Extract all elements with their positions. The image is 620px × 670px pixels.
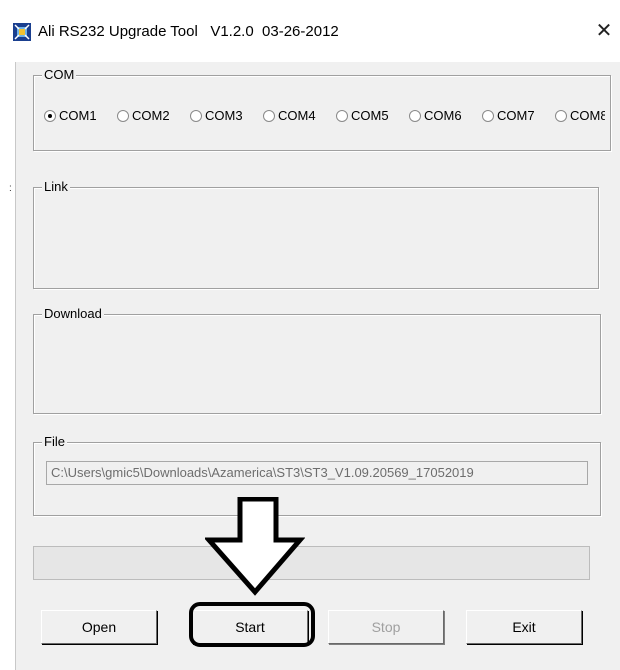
radio-com6[interactable]: COM6 — [409, 108, 473, 124]
radio-label: COM6 — [424, 108, 462, 123]
radio-label: COM3 — [205, 108, 243, 123]
radio-label: COM5 — [351, 108, 389, 123]
radio-com1[interactable]: COM1 — [44, 108, 108, 124]
radio-button-icon — [555, 110, 567, 122]
title-bar: Ali RS232 Upgrade Tool V1.2.0 03-26-2012… — [0, 0, 620, 62]
radio-button-icon — [263, 110, 275, 122]
radio-button-icon — [336, 110, 348, 122]
app-chip-icon — [13, 23, 31, 41]
radio-label: COM4 — [278, 108, 316, 123]
radio-label: COM1 — [59, 108, 97, 123]
radio-com4[interactable]: COM4 — [263, 108, 327, 124]
radio-label: COM8 — [570, 108, 605, 123]
file-path-field[interactable]: C:\Users\gmic5\Downloads\Azamerica\ST3\S… — [46, 461, 588, 485]
open-button[interactable]: Open — [41, 610, 157, 644]
stop-button[interactable]: Stop — [328, 610, 444, 644]
radio-com5[interactable]: COM5 — [336, 108, 400, 124]
progress-bar — [33, 546, 590, 580]
file-group-label: File — [42, 434, 67, 450]
start-button-highlight — [189, 602, 315, 647]
background-artifact: : — [9, 183, 12, 194]
radio-button-icon — [44, 110, 56, 122]
radio-label: COM2 — [132, 108, 170, 123]
window-title: Ali RS232 Upgrade Tool V1.2.0 03-26-2012 — [38, 23, 339, 40]
radio-button-icon — [190, 110, 202, 122]
background-window-edge — [0, 62, 16, 670]
close-button[interactable]: ✕ — [592, 18, 616, 44]
download-group: Download — [33, 306, 601, 414]
radio-button-icon — [482, 110, 494, 122]
link-group-label: Link — [42, 179, 70, 195]
radio-com8[interactable]: COM8 — [555, 108, 605, 124]
radio-com7[interactable]: COM7 — [482, 108, 546, 124]
radio-button-icon — [409, 110, 421, 122]
download-group-label: Download — [42, 306, 104, 322]
down-arrow-icon — [205, 497, 305, 596]
com-group-label: COM — [42, 67, 77, 83]
exit-button[interactable]: Exit — [466, 610, 582, 644]
radio-button-icon — [117, 110, 129, 122]
radio-com3[interactable]: COM3 — [190, 108, 254, 124]
radio-label: COM7 — [497, 108, 535, 123]
link-group: Link — [33, 179, 599, 289]
radio-com2[interactable]: COM2 — [117, 108, 181, 124]
